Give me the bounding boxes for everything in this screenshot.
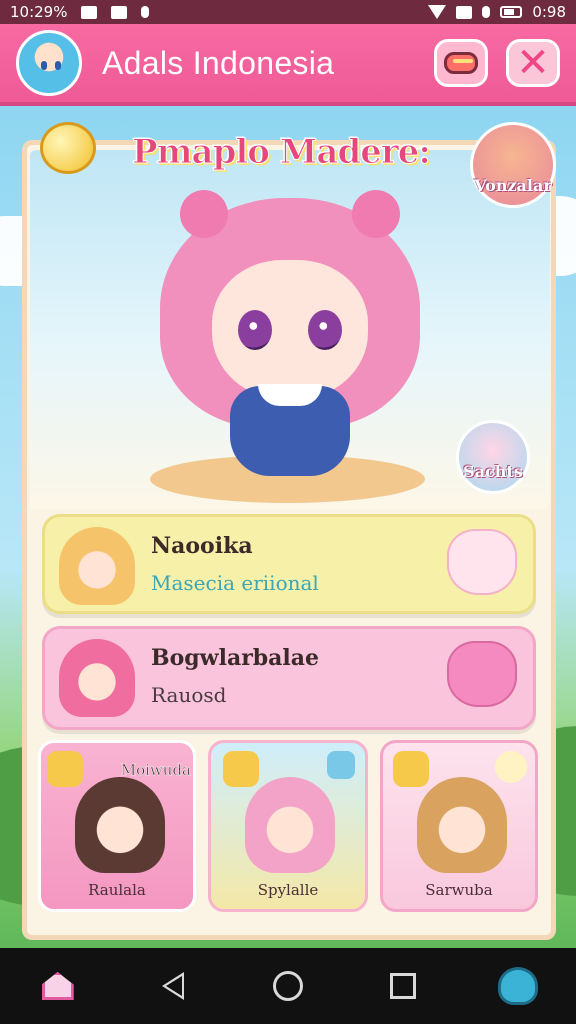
character-tile[interactable]: Sarwuba xyxy=(380,740,538,912)
status-right-text: 0:98 xyxy=(532,3,566,21)
nav-recents-button[interactable] xyxy=(376,959,430,1013)
pet-icon xyxy=(447,641,517,707)
hair-bun xyxy=(352,190,400,238)
eye xyxy=(308,310,342,350)
tile-top-label: Moiwuda xyxy=(120,761,192,779)
nav-home-button[interactable] xyxy=(31,959,85,1013)
nav-system-home-button[interactable] xyxy=(261,959,315,1013)
clock: 10:29% xyxy=(10,3,68,21)
battery-icon xyxy=(500,6,523,18)
tile-label: Sarwuba xyxy=(425,881,493,899)
nav-character-button[interactable] xyxy=(491,959,545,1013)
home-circle-icon xyxy=(272,971,303,1001)
image-notification-icon xyxy=(81,5,98,19)
variety-button[interactable]: Vonzalar xyxy=(470,122,556,208)
notification-dot-icon xyxy=(141,6,150,18)
home-icon xyxy=(41,972,74,1000)
variety-button-label: Vonzalar xyxy=(474,176,552,195)
close-icon: ✕ xyxy=(516,40,550,86)
nav-back-button[interactable] xyxy=(146,959,200,1013)
character-subtitle: Masecia eriional xyxy=(151,571,319,595)
hair-bun xyxy=(180,190,228,238)
chibi-character xyxy=(75,777,165,873)
badge-icon xyxy=(47,751,83,787)
app-title: Adals Indonesia xyxy=(102,44,335,81)
profile-avatar[interactable] xyxy=(16,30,82,96)
character-icon xyxy=(498,967,539,1005)
character-portrait xyxy=(59,527,135,605)
featured-character[interactable] xyxy=(160,190,420,490)
app-header: Adals Indonesia ✕ xyxy=(0,24,576,106)
tile-label: Spylalle xyxy=(257,881,319,899)
wifi-icon xyxy=(456,5,473,19)
character-name: Bogwlarbalae xyxy=(151,645,320,671)
signal-icon xyxy=(482,6,491,18)
back-icon xyxy=(161,972,184,1000)
sachets-button[interactable]: Sachts xyxy=(456,420,530,494)
status-bar: 10:29% 0:98 xyxy=(0,0,576,24)
chat-bubble-icon xyxy=(444,52,478,74)
close-button[interactable]: ✕ xyxy=(506,39,560,87)
pet-icon xyxy=(447,529,517,595)
chibi-character xyxy=(417,777,507,873)
tile-label: Raulala xyxy=(88,881,146,899)
character-card[interactable]: Naooika Masecia eriional xyxy=(42,514,536,614)
character-portrait xyxy=(59,639,135,717)
character-name: Naooika xyxy=(151,533,253,559)
recents-icon xyxy=(390,973,417,999)
pet-badge-icon xyxy=(495,751,527,783)
character-tile[interactable]: Moiwuda Raulala xyxy=(38,740,196,912)
face xyxy=(212,260,368,400)
character-subtitle: Rauosd xyxy=(151,683,227,707)
app-notification-icon xyxy=(111,5,128,19)
badge-icon xyxy=(393,751,429,787)
character-card[interactable]: Bogwlarbalae Rauosd xyxy=(42,626,536,730)
game-title: Pmaplo Madere: xyxy=(132,132,432,173)
character-tile[interactable]: Spylalle xyxy=(208,740,368,912)
location-icon xyxy=(428,5,447,19)
chat-button[interactable] xyxy=(434,39,488,87)
chibi-character xyxy=(245,777,335,873)
sachets-button-label: Sachts xyxy=(463,462,523,481)
badge-icon xyxy=(223,751,259,787)
sun-balloon-icon xyxy=(40,122,96,174)
eye xyxy=(238,310,272,350)
flower-icon xyxy=(327,751,355,779)
navigation-bar xyxy=(0,948,576,1024)
